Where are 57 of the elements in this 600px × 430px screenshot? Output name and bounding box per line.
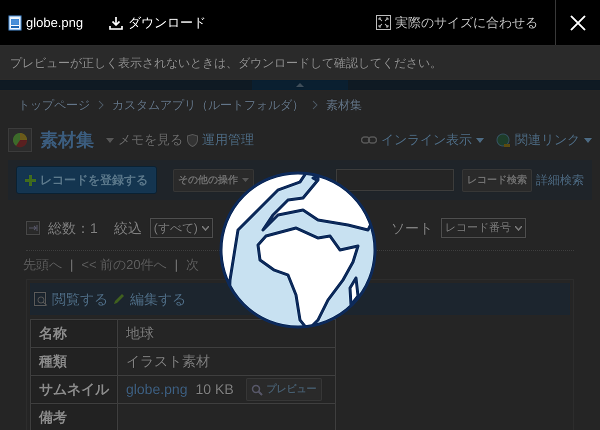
fit-size-icon <box>376 15 391 30</box>
shield-icon <box>187 134 198 146</box>
view-link[interactable]: 閲覧する <box>34 288 108 310</box>
total-count: 総数：1 <box>48 218 98 238</box>
chevron-right-icon <box>312 100 318 110</box>
filter-label: 絞込 <box>114 218 142 238</box>
edit-link[interactable]: 編集する <box>112 288 186 310</box>
breadcrumb-link[interactable]: トップページ <box>18 96 90 114</box>
download-button[interactable]: ダウンロード <box>107 12 208 34</box>
download-icon <box>108 14 124 30</box>
globe-link-icon <box>496 132 511 148</box>
pager-separator: | <box>70 256 74 274</box>
field-label: 種類 <box>30 348 118 376</box>
related-links-link[interactable]: 関連リンク <box>496 130 592 150</box>
chevron-right-icon <box>98 100 104 110</box>
search-field[interactable] <box>336 169 454 191</box>
caret-down-icon <box>515 226 522 230</box>
breadcrumb-link[interactable]: 素材集 <box>326 96 362 114</box>
caret-down-icon <box>476 138 484 142</box>
memo-link[interactable]: メモを見る <box>106 130 183 150</box>
pencil-icon <box>112 292 126 306</box>
pager-separator: | <box>174 256 178 274</box>
caret-down-icon <box>106 138 114 142</box>
file-name: globe.png <box>26 14 84 32</box>
image-file-icon <box>8 14 22 30</box>
collapse-button[interactable] <box>252 80 348 90</box>
sort-select[interactable]: レコード番号 <box>441 218 526 238</box>
breadcrumb-link[interactable]: カスタムアプリ（ルートフォルダ） <box>112 96 304 114</box>
admin-link[interactable]: 運用管理 <box>187 130 254 150</box>
file-link[interactable]: globe.png <box>126 379 188 400</box>
field-label: 備考 <box>30 404 118 430</box>
close-icon[interactable] <box>570 14 586 30</box>
plus-icon <box>25 174 36 186</box>
advanced-search-link[interactable]: 詳細検索 <box>536 171 584 189</box>
pie-chart-icon <box>12 132 28 148</box>
link-chain-icon <box>361 136 377 144</box>
zoom-in-icon <box>250 384 263 396</box>
fit-size-button[interactable]: 実際のサイズに合わせる <box>375 12 539 34</box>
field-value: イラスト素材 <box>118 348 336 376</box>
caret-up-icon <box>296 83 304 87</box>
sort-label: ソート <box>391 218 433 238</box>
preview-button[interactable]: プレビュー <box>246 378 322 401</box>
field-label: 名称 <box>30 320 118 348</box>
notice-text: プレビューが正しく表示されないときは、ダウンロードして確認してください。 <box>10 54 442 72</box>
inline-view-link[interactable]: インライン表示 <box>361 130 484 150</box>
app-title: 素材集 <box>40 128 94 152</box>
add-record-button[interactable]: レコードを登録する <box>16 166 157 194</box>
file-size: 10 KB <box>196 380 234 399</box>
filter-select[interactable]: (すべて) <box>150 218 213 238</box>
magnifier-page-icon <box>34 292 48 306</box>
record-search-button[interactable]: レコード検索 <box>462 168 532 192</box>
caret-down-icon <box>584 138 592 142</box>
caret-down-icon <box>242 178 249 182</box>
caret-down-icon <box>202 226 209 230</box>
field-label: サムネイル <box>30 376 118 404</box>
expand-icon <box>26 221 40 235</box>
other-actions-button[interactable]: その他の操作 <box>173 168 254 192</box>
